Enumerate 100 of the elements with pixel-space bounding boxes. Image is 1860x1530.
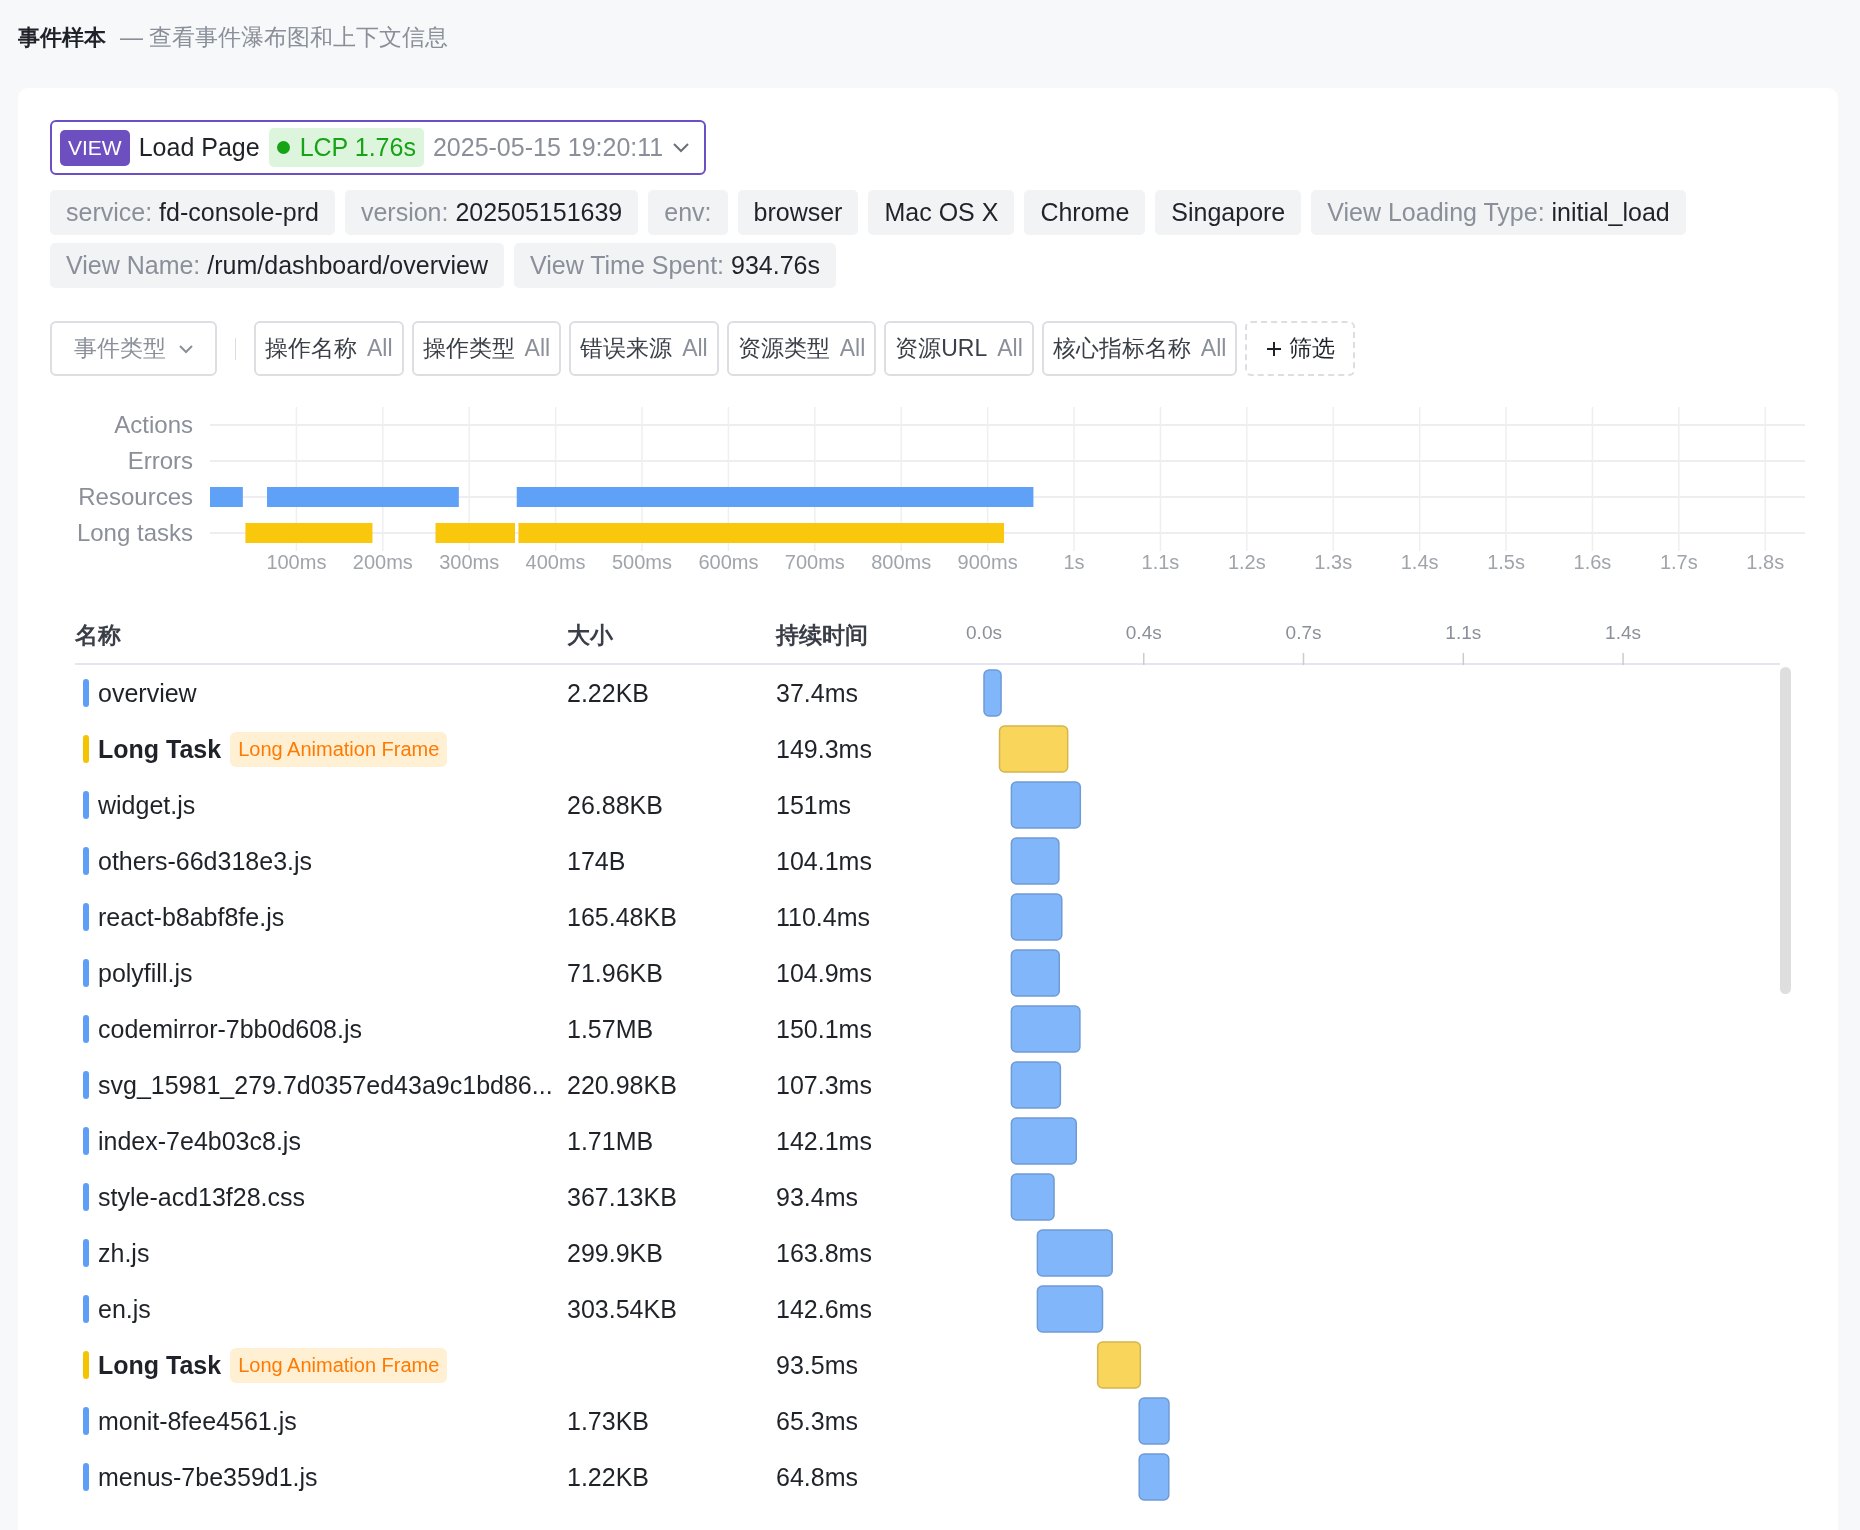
event-name: others-66d318e3.js: [98, 846, 313, 876]
add-filter-button[interactable]: 筛选: [1245, 321, 1356, 376]
tick-label: 1.2s: [1227, 551, 1266, 573]
resource-bar: [1036, 1285, 1104, 1333]
view-name: Load Page: [138, 133, 260, 162]
duration-value: 37.4ms: [776, 679, 858, 707]
size-value: 299.9KB: [567, 1239, 663, 1267]
kind-marker: [83, 1463, 89, 1491]
tick-label: 400ms: [525, 551, 586, 573]
event-name: Long Task: [98, 734, 222, 764]
tick-label: 800ms: [871, 551, 932, 573]
context-tag: Chrome: [1024, 190, 1146, 235]
chevron-down-icon: [177, 343, 194, 354]
context-tag: env:: [648, 190, 728, 235]
resource-bar: [1138, 1397, 1170, 1445]
event-name: polyfill.js: [98, 958, 193, 988]
facet-filter[interactable]: 操作名称 All: [254, 321, 404, 376]
kind-marker: [83, 1071, 89, 1099]
duration-value: 93.5ms: [776, 1351, 858, 1379]
tick-label: 900ms: [957, 551, 1018, 573]
event-name: en.js: [98, 1294, 151, 1324]
resource-bar: [1010, 949, 1060, 997]
kind-marker: [83, 1183, 89, 1211]
context-tag: View Loading Type: initial_load: [1311, 190, 1686, 235]
size-value: 303.54KB: [567, 1295, 677, 1323]
tick-label: 200ms: [352, 551, 413, 573]
event-name: Long Task: [98, 1350, 222, 1380]
size-value: 165.48KB: [567, 903, 677, 931]
view-selector[interactable]: VIEW Load Page LCP 1.76s 2025-05-15 19:20:11: [50, 120, 707, 175]
page-subtitle: — 查看事件瀑布图和上下文信息: [120, 23, 449, 52]
size-value: 1.71MB: [567, 1127, 654, 1155]
context-tag: View Name: /rum/dashboard/overview: [50, 243, 504, 288]
duration-value: 149.3ms: [776, 735, 872, 763]
kind-marker: [83, 735, 89, 763]
duration-value: 142.6ms: [776, 1295, 872, 1323]
tick-label: 1.7s: [1659, 551, 1698, 573]
size-value: 1.73KB: [567, 1407, 649, 1435]
event-name: codemirror-7bb0d608.js: [98, 1014, 363, 1044]
size-value: 26.88KB: [567, 791, 663, 819]
kind-marker: [83, 791, 89, 819]
size-value: 71.96KB: [567, 959, 663, 987]
kind-marker: [83, 847, 89, 875]
facet-filter[interactable]: 错误来源 All: [569, 321, 719, 376]
event-name: react-b8abf8fe.js: [98, 902, 285, 932]
row-label: Actions: [113, 410, 193, 440]
tick-label: 1.3s: [1314, 551, 1353, 573]
facet-filter[interactable]: 核心指标名称 All: [1041, 321, 1238, 376]
facet-filter[interactable]: 资源类型 All: [726, 321, 877, 376]
event-name: overview: [98, 678, 197, 708]
event-name: widget.js: [98, 790, 196, 820]
tick-label: 300ms: [439, 551, 500, 573]
duration-value: 142.1ms: [776, 1127, 872, 1155]
tick-label: 1.4s: [1400, 551, 1439, 573]
facet-filter[interactable]: 操作类型 All: [411, 321, 562, 376]
facet-filter[interactable]: 资源URL All: [884, 321, 1034, 376]
resource-bar: [1010, 837, 1060, 885]
size-value: 1.57MB: [567, 1015, 654, 1043]
event-name: index-7e4b03c8.js: [98, 1126, 301, 1156]
resource-bar: [1010, 1173, 1055, 1221]
tick-label: 600ms: [698, 551, 759, 573]
kind-marker: [83, 903, 89, 931]
context-tag: browser: [737, 190, 859, 235]
view-time: 2025-05-15 19:20:11: [432, 133, 664, 162]
context-tag: service: fd-console-prd: [50, 190, 335, 235]
duration-value: 104.1ms: [776, 847, 872, 875]
resource-bar: [1010, 893, 1063, 941]
duration-value: 104.9ms: [776, 959, 872, 987]
context-tag: View Time Spent: 934.76s: [514, 243, 836, 288]
resource-bar: [1010, 1061, 1062, 1109]
tick-label: 700ms: [784, 551, 845, 573]
size-value: 367.13KB: [567, 1183, 677, 1211]
tick-label: 1s: [1063, 551, 1085, 573]
timeline-bar: [210, 487, 243, 507]
kind-marker: [83, 1351, 89, 1379]
event-badge: Long Animation Frame: [230, 1347, 448, 1383]
resource-bar: [1010, 1117, 1077, 1165]
resource-bar: [1010, 781, 1082, 829]
row-label: Long tasks: [75, 518, 193, 548]
size-value: 174B: [567, 847, 626, 875]
duration-value: 107.3ms: [776, 1071, 872, 1099]
resource-bar: [1138, 1453, 1170, 1501]
row-label: Errors: [126, 446, 193, 476]
long-task-bar: [998, 725, 1069, 773]
event-name: zh.js: [98, 1238, 150, 1268]
view-badge: VIEW: [60, 129, 130, 166]
kind-marker: [83, 1295, 89, 1323]
kind-marker: [83, 1015, 89, 1043]
duration-value: 65.3ms: [776, 1407, 858, 1435]
long-task-bar: [1096, 1341, 1142, 1389]
scrollbar-thumb[interactable]: [1780, 667, 1791, 994]
event-name: menus-7be359d1.js: [98, 1462, 318, 1492]
metric-pill: LCP 1.76s: [268, 128, 424, 167]
tick-label: 1.6s: [1573, 551, 1612, 573]
page-title: 事件样本: [18, 24, 106, 52]
column-header: 持续时间: [776, 605, 964, 665]
tick-label: 100ms: [266, 551, 327, 573]
tick-label: 1.4s: [1605, 622, 1641, 643]
event-badge: Long Animation Frame: [230, 731, 448, 767]
kind-marker: [83, 959, 89, 987]
duration-value: 150.1ms: [776, 1015, 872, 1043]
